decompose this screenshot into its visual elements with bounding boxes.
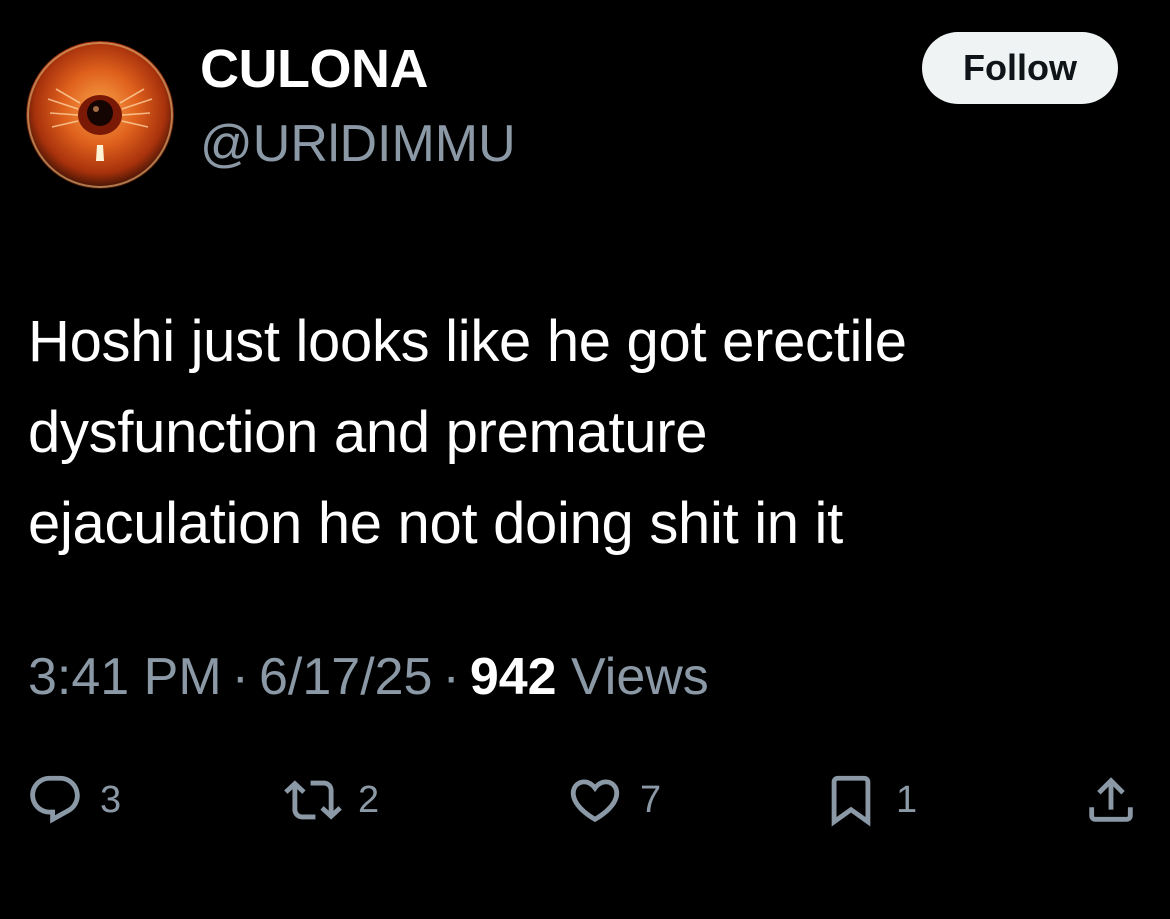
meta-separator: ·	[231, 648, 249, 706]
reply-icon	[30, 775, 80, 824]
bookmark-button[interactable]: 1	[822, 760, 917, 840]
tweet-time[interactable]: 3:41 PM	[28, 648, 222, 706]
author-handle[interactable]: @URlDIMMU	[200, 114, 516, 174]
views-label: Views	[571, 648, 709, 706]
tweet-text-line: ejaculation he not doing shit in it	[28, 491, 843, 556]
tweet-text: Hoshi just looks like he got erectile dy…	[28, 296, 1138, 569]
reply-count: 3	[100, 779, 122, 821]
share-button[interactable]	[1082, 760, 1140, 840]
tweet-meta: 3:41 PM · 6/17/25 · 942 Views	[28, 646, 709, 708]
like-count: 7	[640, 779, 662, 821]
tweet-text-line: dysfunction and premature	[28, 400, 708, 465]
action-bar: 3 2 7 1	[0, 760, 1170, 840]
repost-button[interactable]: 2	[284, 760, 379, 840]
repost-count: 2	[358, 779, 380, 821]
like-button[interactable]: 7	[566, 760, 661, 840]
author-display-name[interactable]: CULONA	[200, 38, 428, 100]
bookmark-count: 1	[896, 779, 918, 821]
meta-separator: ·	[442, 648, 460, 706]
follow-button[interactable]: Follow	[922, 32, 1118, 104]
repost-icon	[284, 780, 342, 820]
avatar[interactable]	[26, 41, 174, 189]
reply-button[interactable]: 3	[26, 760, 121, 840]
tweet-date[interactable]: 6/17/25	[259, 648, 433, 706]
tweet: CULONA @URlDIMMU Follow Hoshi just looks…	[0, 0, 1170, 919]
tweet-text-line: Hoshi just looks like he got erectile	[28, 309, 907, 374]
bookmark-icon	[831, 775, 871, 827]
views-count: 942	[469, 648, 557, 706]
eye-avatar-icon	[26, 41, 174, 189]
heart-icon	[570, 779, 620, 823]
share-icon	[1089, 777, 1133, 822]
